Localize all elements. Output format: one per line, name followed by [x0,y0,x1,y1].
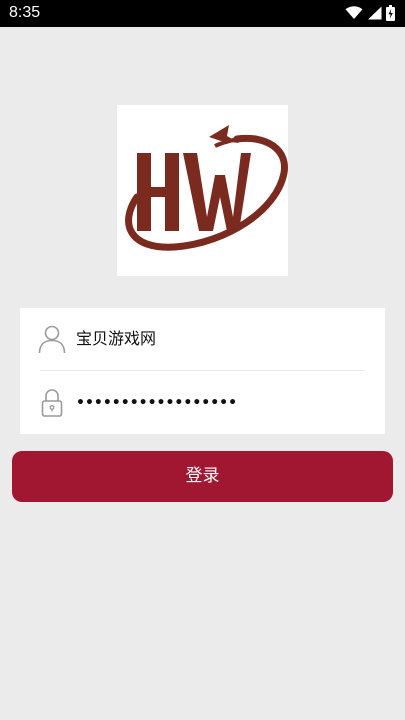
status-time: 8:35 [9,4,41,21]
user-icon [38,325,66,354]
password-row[interactable]: •••••••••••••••••• [20,372,385,434]
status-bar: 8:35 [0,0,405,27]
login-button[interactable]: 登录 [12,451,393,502]
login-form-card: 宝贝游戏网 •••••••••••••••••• [20,308,385,434]
app-logo [117,105,288,276]
password-field[interactable]: •••••••••••••••••• [76,372,237,434]
lock-icon [41,389,63,417]
username-row[interactable]: 宝贝游戏网 [20,308,385,370]
wifi-icon [345,6,363,19]
status-icons [345,5,395,21]
username-field[interactable]: 宝贝游戏网 [76,308,156,370]
hw-logo-icon [125,125,288,251]
battery-icon [386,5,395,21]
signal-icon [368,6,382,20]
field-divider [40,370,365,371]
